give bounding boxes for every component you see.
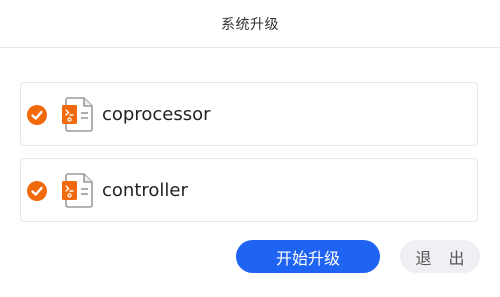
- upgrade-item-controller[interactable]: controller: [20, 158, 478, 222]
- upgrade-dialog: 系统升级 coprocessor controller 开始升级 退 出: [0, 0, 500, 297]
- start-upgrade-button[interactable]: 开始升级: [236, 240, 380, 273]
- checkbox-checked-icon[interactable]: [27, 105, 47, 125]
- dialog-header: 系统升级: [0, 0, 500, 48]
- file-icon: [62, 96, 94, 132]
- checkbox-checked-icon[interactable]: [27, 181, 47, 201]
- dialog-title: 系统升级: [221, 16, 279, 33]
- upgrade-item-coprocessor[interactable]: coprocessor: [20, 82, 478, 146]
- exit-button[interactable]: 退 出: [400, 240, 480, 273]
- item-label: controller: [102, 180, 188, 201]
- file-icon: [62, 172, 94, 208]
- item-label: coprocessor: [102, 104, 211, 125]
